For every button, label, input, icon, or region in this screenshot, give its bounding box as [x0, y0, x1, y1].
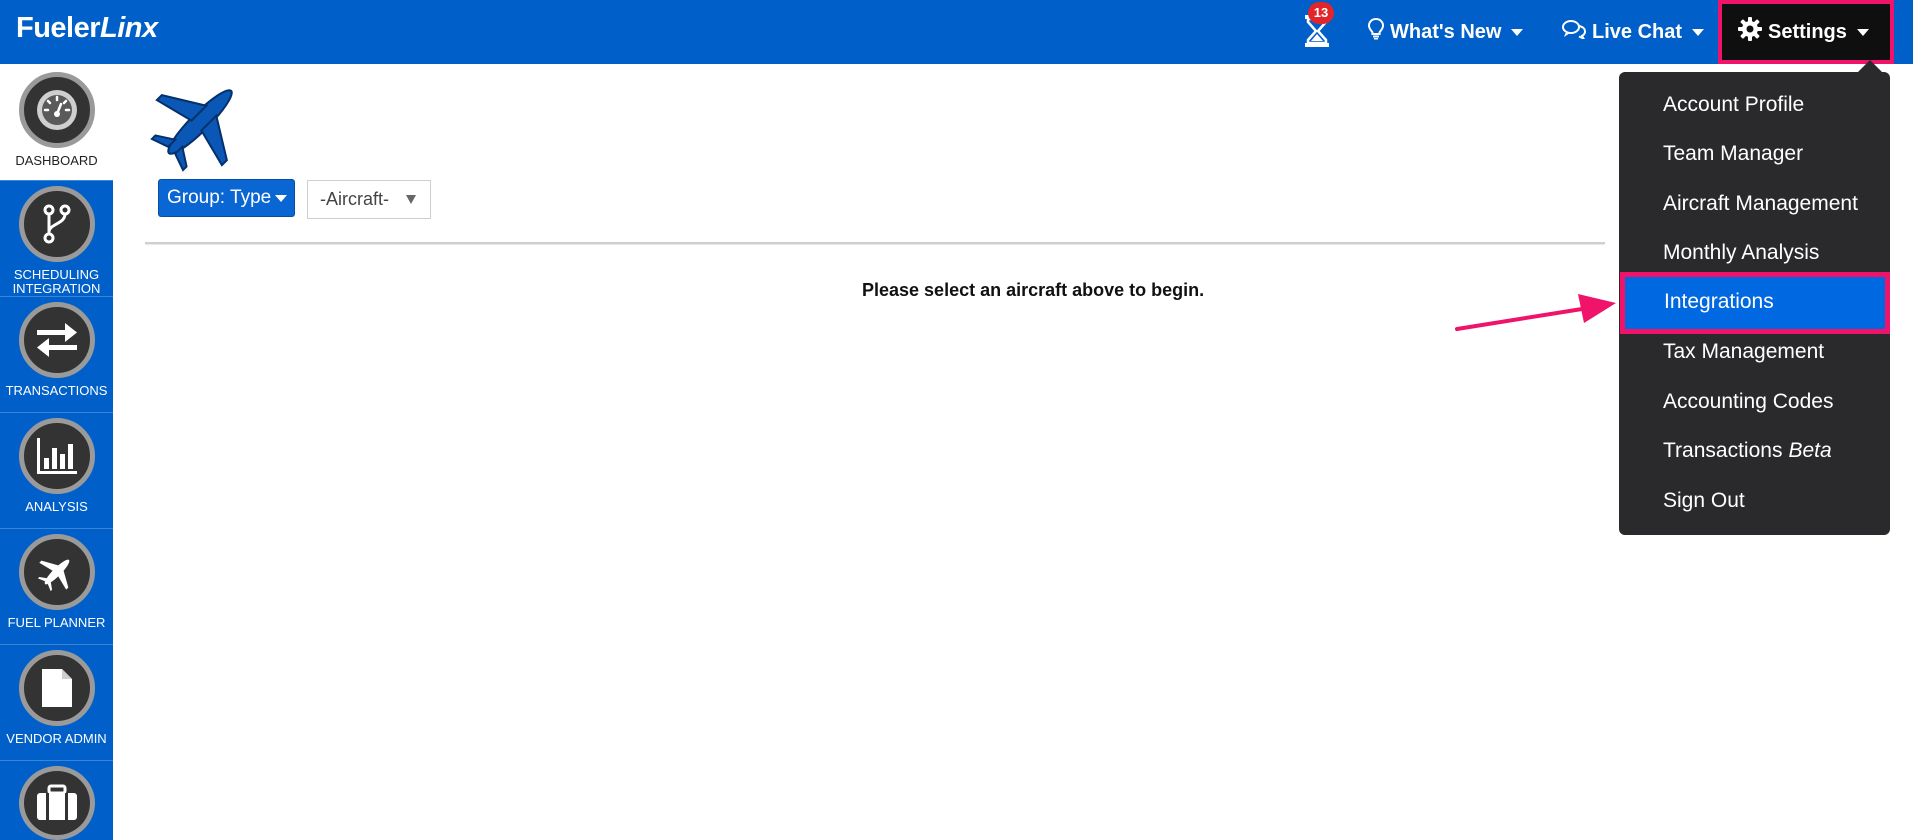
caret-down-icon	[275, 194, 288, 202]
sidebar-item-label: DASHBOARD	[15, 153, 98, 168]
menu-item-aircraft-management[interactable]: Aircraft Management	[1619, 182, 1890, 226]
aircraft-select-value: -Aircraft-	[320, 189, 389, 209]
menu-item-integrations-label: Integrations	[1664, 290, 1774, 313]
sidebar-item-label: ANALYSIS	[25, 499, 88, 514]
menu-item-team-manager[interactable]: Team Manager	[1619, 132, 1890, 176]
branch-icon	[18, 186, 95, 262]
whats-new-menu[interactable]: What's New	[1367, 17, 1524, 46]
whats-new-label: What's New	[1390, 20, 1502, 43]
chat-bubbles-icon	[1562, 19, 1587, 45]
document-icon	[18, 650, 95, 726]
settings-label: Settings	[1768, 20, 1847, 43]
sidebar: DASHBOARD SCHEDULING INTEGRATION TRANSAC…	[0, 64, 113, 840]
plane-icon	[18, 534, 95, 610]
gauge-icon	[18, 72, 95, 148]
dropdown-pointer	[1858, 60, 1882, 72]
sidebar-item-dashboard[interactable]: DASHBOARD	[0, 64, 113, 180]
settings-menu-button[interactable]: Settings	[1718, 0, 1894, 64]
menu-item-tax-management[interactable]: Tax Management	[1619, 330, 1890, 374]
sidebar-item-transactions[interactable]: TRANSACTIONS	[0, 300, 113, 416]
caret-down-icon	[1511, 28, 1524, 36]
beta-label: Beta	[1788, 439, 1832, 462]
sidebar-item-analysis[interactable]: ANALYSIS	[0, 416, 113, 532]
divider	[145, 242, 1605, 244]
notification-badge: 13	[1308, 2, 1334, 24]
live-chat-menu[interactable]: Live Chat	[1562, 18, 1705, 46]
sidebar-item-briefcase[interactable]	[0, 764, 113, 840]
empty-state-message: Please select an aircraft above to begin…	[862, 280, 1205, 300]
briefcase-icon	[18, 766, 95, 840]
select-arrow-icon	[406, 195, 416, 204]
live-chat-label: Live Chat	[1592, 20, 1683, 43]
group-type-button[interactable]: Group: Type	[158, 179, 295, 217]
sidebar-item-scheduling-integration[interactable]: SCHEDULING INTEGRATION	[0, 182, 113, 298]
sidebar-item-label: FUEL PLANNER	[7, 615, 106, 630]
settings-menu-content: Settings	[1738, 17, 1869, 47]
bar-chart-icon	[18, 418, 95, 494]
app-logo[interactable]: FuelerLinx	[16, 12, 158, 45]
menu-item-integrations[interactable]: Integrations	[1620, 272, 1890, 334]
menu-item-accounting-codes[interactable]: Accounting Codes	[1619, 380, 1890, 424]
caret-down-icon	[1692, 28, 1705, 36]
top-navigation-bar: FuelerLinx 13 What's New Live Chat	[0, 0, 1913, 64]
plane-icon	[150, 72, 250, 177]
sidebar-item-label: VENDOR ADMIN	[6, 731, 107, 746]
transfer-arrows-icon	[18, 302, 95, 378]
menu-item-account-profile[interactable]: Account Profile	[1619, 83, 1890, 127]
aircraft-select[interactable]: -Aircraft-	[307, 180, 431, 219]
sidebar-item-label: SCHEDULING INTEGRATION	[12, 267, 101, 296]
group-type-label: Group: Type	[167, 187, 272, 208]
lightbulb-icon	[1367, 17, 1385, 46]
menu-item-transactions-beta[interactable]: Transactions Beta	[1619, 429, 1890, 473]
caret-down-icon	[1856, 28, 1869, 36]
sidebar-item-vendor-admin[interactable]: VENDOR ADMIN	[0, 648, 113, 764]
menu-item-sign-out[interactable]: Sign Out	[1619, 479, 1890, 523]
sidebar-item-label: TRANSACTIONS	[5, 383, 108, 398]
gear-icon	[1738, 17, 1762, 47]
sidebar-item-fuel-planner[interactable]: FUEL PLANNER	[0, 532, 113, 648]
menu-item-monthly-analysis[interactable]: Monthly Analysis	[1619, 231, 1890, 275]
